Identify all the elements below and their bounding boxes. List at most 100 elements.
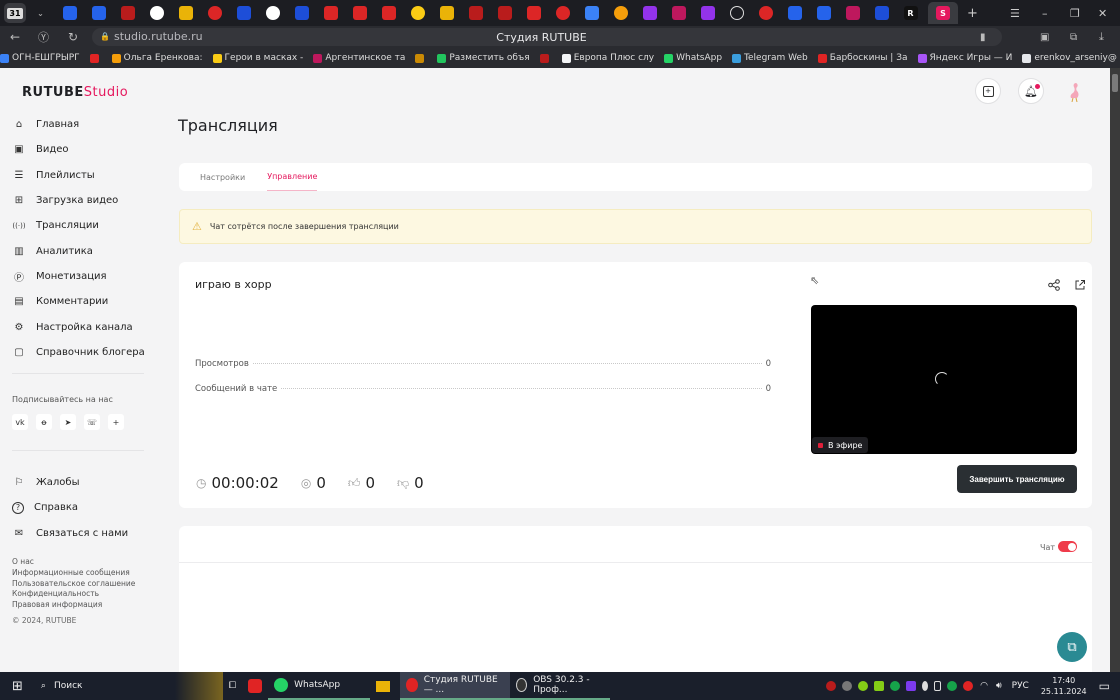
- tab[interactable]: [207, 6, 222, 20]
- new-tab-button[interactable]: +: [966, 6, 980, 21]
- sidebar-item-help[interactable]: ? Справка: [12, 495, 128, 520]
- bookmark-item[interactable]: [89, 53, 102, 63]
- tab[interactable]: [758, 6, 773, 20]
- tab[interactable]: [700, 6, 715, 20]
- sidebar-item-analytics[interactable]: ▥ Аналитика: [12, 238, 145, 263]
- minimize-icon[interactable]: –: [1042, 0, 1048, 26]
- bookmark-item[interactable]: Telegram Web: [732, 53, 808, 63]
- bookmark-item[interactable]: Европа Плюс слу: [561, 53, 654, 63]
- chat-toggle[interactable]: [1058, 541, 1077, 552]
- social-viber-icon[interactable]: ☏: [84, 414, 100, 430]
- download-icon[interactable]: ⤓: [1099, 30, 1104, 44]
- notification-center-icon[interactable]: ▭: [1099, 679, 1110, 693]
- bookmark-item[interactable]: erenkov_arseniy@: [1022, 53, 1117, 63]
- sidebar-item-guide[interactable]: ▢ Справочник блогера: [12, 340, 144, 365]
- tab[interactable]: [468, 6, 483, 20]
- share-icon[interactable]: [1047, 278, 1061, 292]
- create-button[interactable]: +: [975, 78, 1001, 104]
- taskbar-explorer[interactable]: [370, 672, 400, 700]
- tab-settings[interactable]: Настройки: [200, 163, 245, 191]
- active-tab[interactable]: S: [928, 2, 958, 24]
- social-telegram-icon[interactable]: ➤: [60, 414, 76, 430]
- tab[interactable]: [381, 6, 396, 20]
- task-view-button[interactable]: ⧠: [223, 672, 242, 700]
- tab[interactable]: [178, 6, 193, 20]
- taskbar-app-browser[interactable]: Студия RUTUBE — ...: [400, 672, 511, 700]
- tab[interactable]: [410, 6, 425, 20]
- tab[interactable]: [642, 6, 657, 20]
- tab[interactable]: [323, 6, 338, 20]
- tray-icon[interactable]: [826, 681, 837, 691]
- sidebar-item-broadcast[interactable]: ((·)) Трансляции: [12, 213, 145, 238]
- video-player[interactable]: В эфире: [811, 305, 1077, 454]
- tray-icon[interactable]: [906, 681, 917, 691]
- notifications-button[interactable]: 🔔︎: [1018, 78, 1044, 104]
- logo[interactable]: RUTUBEStudio: [22, 85, 128, 100]
- bookmark-item[interactable]: ОГН-ЕШГРЫРГ: [0, 53, 80, 63]
- close-icon[interactable]: ✕: [1098, 0, 1107, 26]
- sidebar-item-home[interactable]: ⌂ Главная: [12, 112, 145, 137]
- tab[interactable]: R: [903, 6, 918, 20]
- tab[interactable]: [294, 6, 309, 20]
- footer-link[interactable]: Конфиденциальность: [12, 589, 135, 600]
- sidebar-item-flag[interactable]: ⚐ Жалобы: [12, 470, 128, 495]
- start-button[interactable]: ⊞: [0, 672, 35, 700]
- browser-menu-icon[interactable]: ☰: [1010, 0, 1020, 26]
- tab[interactable]: [584, 6, 599, 20]
- defender-icon[interactable]: [947, 681, 958, 691]
- sidebar-item-monetization[interactable]: Ⓟ Монетизация: [12, 264, 145, 289]
- sidebar-item-upload[interactable]: ⊞ Загрузка видео: [12, 188, 145, 213]
- bookmark-item[interactable]: Яндекс Игры — И: [917, 53, 1012, 63]
- tab[interactable]: [120, 6, 135, 20]
- tab-management[interactable]: Управление: [267, 163, 318, 191]
- tab[interactable]: [816, 6, 831, 20]
- social-vk-icon[interactable]: vk: [12, 414, 28, 430]
- tab[interactable]: [236, 6, 251, 20]
- bookmark-item[interactable]: Барбоскины | За: [817, 53, 908, 63]
- yandex-tray-icon[interactable]: [963, 681, 974, 691]
- sidebar-item-video[interactable]: ▣ Видео: [12, 137, 145, 162]
- tab[interactable]: [874, 6, 889, 20]
- language-indicator[interactable]: РУС: [1012, 681, 1029, 691]
- bookmark-item[interactable]: Разместить объя: [437, 53, 530, 63]
- sidebar-item-playlist[interactable]: ☰ Плейлисты: [12, 163, 145, 188]
- footer-link[interactable]: Информационные сообщения: [12, 568, 135, 579]
- social-ok-icon[interactable]: ꝋ: [36, 414, 52, 430]
- sidebar-item-mail[interactable]: ✉ Связаться с нами: [12, 521, 128, 546]
- footer-link[interactable]: Пользовательское соглашение: [12, 579, 135, 590]
- tab[interactable]: [613, 6, 628, 20]
- tab[interactable]: [555, 6, 570, 20]
- taskbar-yandex[interactable]: [242, 672, 268, 700]
- bookmark-icon[interactable]: ▮: [980, 32, 986, 43]
- tray-icon[interactable]: [890, 681, 901, 691]
- taskbar-app-obs[interactable]: OBS 30.2.3 - Проф...: [510, 672, 611, 700]
- end-stream-button[interactable]: Завершить трансляцию: [957, 465, 1077, 493]
- external-link-icon[interactable]: [1073, 278, 1087, 292]
- sidebar-item-settings[interactable]: ⚙ Настройка канала: [12, 314, 145, 339]
- tab[interactable]: [62, 6, 77, 20]
- bookmark-item[interactable]: Ольга Еренкова:: [111, 53, 203, 63]
- tab-dropdown-icon[interactable]: ⌄: [34, 6, 48, 20]
- tab[interactable]: [149, 6, 164, 20]
- footer-link[interactable]: Правовая информация: [12, 600, 135, 611]
- tray-icon[interactable]: [874, 681, 885, 691]
- usb-icon[interactable]: [934, 681, 942, 691]
- avatar[interactable]: [1061, 78, 1087, 104]
- tab[interactable]: [265, 6, 280, 20]
- bookmark-item[interactable]: [539, 53, 552, 63]
- restore-icon[interactable]: ❐: [1070, 0, 1080, 26]
- tab[interactable]: [845, 6, 860, 20]
- bookmark-item[interactable]: [415, 53, 427, 63]
- extensions-icon[interactable]: ⧉: [1070, 32, 1077, 43]
- social-more-icon[interactable]: +: [108, 414, 124, 430]
- tab[interactable]: [439, 6, 454, 20]
- wifi-icon[interactable]: ◠: [980, 681, 988, 691]
- tab[interactable]: [352, 6, 367, 20]
- tray-icon[interactable]: [842, 681, 853, 691]
- volume-icon[interactable]: 🔊︎: [996, 681, 1002, 691]
- tab[interactable]: [526, 6, 541, 20]
- microphone-icon[interactable]: [922, 681, 929, 691]
- tab-group-button[interactable]: 31: [4, 3, 26, 23]
- tray-icon[interactable]: [858, 681, 869, 691]
- tab[interactable]: [91, 6, 106, 20]
